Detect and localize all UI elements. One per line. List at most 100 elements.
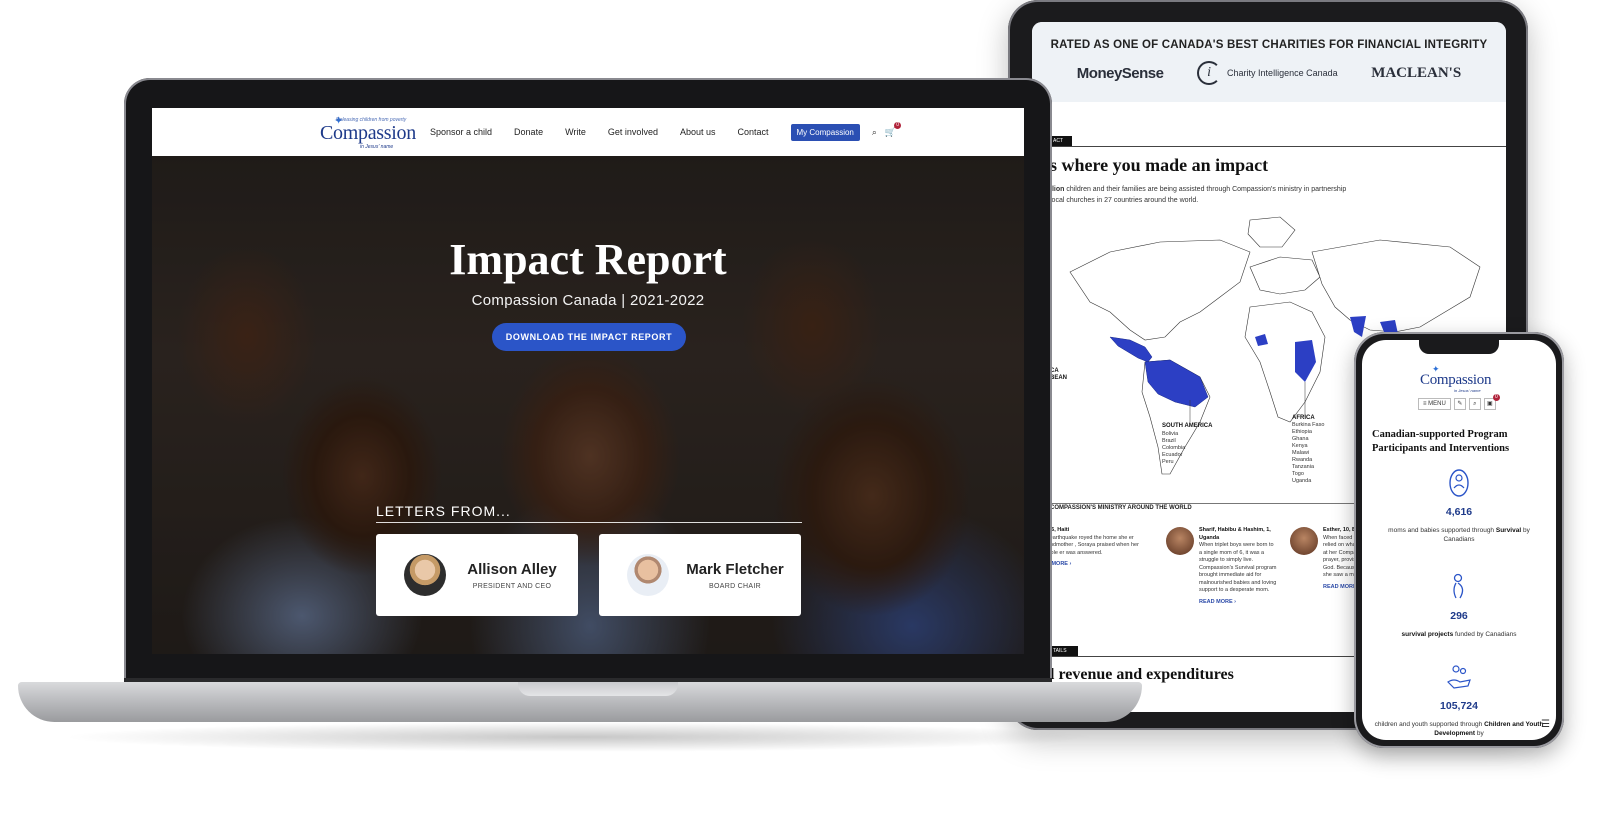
letter-card-mark-fletcher[interactable]: Mark Fletcher BOARD CHAIR xyxy=(599,534,801,616)
letter-name: Allison Alley xyxy=(467,560,557,578)
menu-button[interactable]: ≡ MENU xyxy=(1418,398,1451,410)
stat-value: 4,616 xyxy=(1445,506,1473,518)
hero-section: Impact Report Compassion Canada | 2021-2… xyxy=(152,156,1024,654)
my-compassion-button[interactable]: My Compassion xyxy=(790,123,860,141)
letters-heading: LETTERS FROM... xyxy=(376,503,511,519)
letter-role: PRESIDENT AND CEO xyxy=(472,582,552,590)
svg-text:Ecuador: Ecuador xyxy=(1162,452,1183,458)
nav-donate[interactable]: Donate xyxy=(514,127,543,137)
svg-text:Brazil: Brazil xyxy=(1162,438,1176,444)
svg-text:Rwanda: Rwanda xyxy=(1292,457,1313,463)
mobile-toolbar: ≡ MENU ✎ ⌕ ▣ 0 xyxy=(1418,394,1500,410)
brand-sub: in Jesus' name xyxy=(360,144,394,150)
intro-text: children and their families are being as… xyxy=(1050,186,1347,204)
story-photo xyxy=(1290,527,1318,555)
nav-write[interactable]: Write xyxy=(565,127,586,137)
svg-text:Ethiopia: Ethiopia xyxy=(1292,429,1313,435)
intro-bold: llion xyxy=(1050,186,1065,193)
nav-get-involved[interactable]: Get involved xyxy=(608,127,658,137)
svg-text:Uganda: Uganda xyxy=(1292,478,1312,484)
site-header: ✦ Releasing children from poverty Compas… xyxy=(152,108,1024,156)
svg-text:BEAN: BEAN xyxy=(1050,375,1067,381)
svg-text:Malawi: Malawi xyxy=(1292,450,1309,456)
search-icon[interactable]: ⌕ xyxy=(1468,398,1481,410)
details-tag: TAILS xyxy=(1050,646,1078,656)
stat-moms-babies: 4,616 moms and babies supported through … xyxy=(1362,468,1556,544)
nav-sponsor-a-child[interactable]: Sponsor a child xyxy=(430,127,492,137)
impact-heading: s where you made an impact xyxy=(1050,155,1269,175)
cart-icon[interactable]: ▣ 0 xyxy=(1483,394,1500,410)
story-name: ya, 6, Haiti xyxy=(1042,527,1070,533)
story-name: Sharif, Habibu & Hashim, 1, Uganda xyxy=(1199,527,1271,541)
brand-name: Compassion xyxy=(320,122,416,144)
cart-badge: 0 xyxy=(1492,394,1500,401)
svg-text:Burkina Faso: Burkina Faso xyxy=(1292,422,1324,428)
laptop-screen: ✦ Releasing children from poverty Compas… xyxy=(152,108,1024,654)
charity-intelligence-logo[interactable]: i Charity Intelligence Canada xyxy=(1197,61,1338,85)
avatar xyxy=(627,554,669,596)
ci-icon: i xyxy=(1197,61,1222,85)
stat-description: moms and babies supported through Surviv… xyxy=(1388,527,1530,543)
charity-intelligence-label: Charity Intelligence Canada xyxy=(1227,68,1338,78)
hero-subtitle: Compassion Canada | 2021-2022 xyxy=(471,292,705,309)
read-more-link[interactable]: READ MORE › xyxy=(1199,599,1278,607)
write-icon[interactable]: ✎ xyxy=(1453,398,1466,410)
letter-card-allison-alley[interactable]: Allison Alley PRESIDENT AND CEO xyxy=(376,534,578,616)
svg-text:Colombia: Colombia xyxy=(1162,445,1186,451)
impact-intro: llion children and their families are be… xyxy=(1050,184,1350,206)
stat-value: 296 xyxy=(1450,610,1468,622)
cart-icon[interactable]: 🛒 0 xyxy=(885,121,902,138)
nav-contact[interactable]: Contact xyxy=(737,127,768,137)
story-card: Sharif, Habibu & Hashim, 1, Uganda When … xyxy=(1166,527,1278,606)
pregnancy-icon xyxy=(1453,573,1464,599)
region-south-america: SOUTH AMERICA xyxy=(1162,423,1213,429)
download-report-button[interactable]: DOWNLOAD THE IMPACT REPORT xyxy=(492,323,686,351)
ministry-title: COMPASSION'S MINISTRY AROUND THE WORLD xyxy=(1050,505,1192,511)
stat-description: survival projects funded by Canadians xyxy=(1401,631,1517,638)
compassion-logo[interactable]: ✦ Compassion in Jesus' name xyxy=(1420,364,1510,394)
story-photo xyxy=(1166,527,1194,555)
laptop-notch xyxy=(518,682,678,696)
map-greenland xyxy=(1247,216,1296,248)
ratings-logos: MoneySense i Charity Intelligence Canada… xyxy=(1032,61,1506,85)
phone-device: ✦ Compassion in Jesus' name ≡ MENU ✎ ⌕ ▣… xyxy=(1354,332,1564,748)
search-icon[interactable]: ⌕ xyxy=(872,127,877,138)
macleans-logo[interactable]: MACLEAN'S xyxy=(1371,65,1461,82)
laptop-shadow xyxy=(60,722,1100,752)
cart-badge: 0 xyxy=(894,121,902,129)
programs-heading: Canadian-supported Program Participants … xyxy=(1372,429,1510,454)
nav-about-us[interactable]: About us xyxy=(680,127,716,137)
hero-photo-overlay xyxy=(152,156,1024,654)
svg-text:Peru: Peru xyxy=(1162,459,1174,465)
compassion-logo[interactable]: ✦ Releasing children from poverty Compas… xyxy=(320,112,420,152)
stat-children-youth: 105,724 children and youth supported thr… xyxy=(1362,662,1556,738)
stat-survival-projects: 296 survival projects funded by Canadian… xyxy=(1362,572,1556,639)
ratings-title: RATED AS ONE OF CANADA'S BEST CHARITIES … xyxy=(1050,39,1488,51)
story-text: When triplet boys were born to a single … xyxy=(1199,542,1277,593)
story-card: ya, 6, Haiti an earthquake royed the hom… xyxy=(1042,527,1154,606)
ratings-band: RATED AS ONE OF CANADA'S BEST CHARITIES … xyxy=(1032,22,1506,102)
phone-notch xyxy=(1419,340,1499,354)
map-europe xyxy=(1249,256,1321,295)
svg-text:Bolivia: Bolivia xyxy=(1162,431,1179,437)
phone-screen: ✦ Compassion in Jesus' name ≡ MENU ✎ ⌕ ▣… xyxy=(1362,340,1556,740)
stat-description: children and youth supported through Chi… xyxy=(1374,721,1544,737)
main-nav: Sponsor a child Donate Write Get involve… xyxy=(430,108,902,156)
moneysense-logo[interactable]: MoneySense xyxy=(1077,65,1164,82)
map-asia xyxy=(1311,239,1481,333)
letters-divider xyxy=(376,522,802,523)
svg-text:Tanzania: Tanzania xyxy=(1292,464,1315,470)
brand-sub: in Jesus' name xyxy=(1454,388,1481,393)
svg-text:Ghana: Ghana xyxy=(1292,436,1309,442)
list-icon[interactable]: ☰ xyxy=(1541,719,1550,730)
map-india-highlight xyxy=(1350,316,1366,337)
brand-name: Compassion xyxy=(1420,372,1492,388)
letter-name: Mark Fletcher xyxy=(686,560,784,578)
story-text: an earthquake royed the home she er gran… xyxy=(1042,534,1139,556)
letter-role: BOARD CHAIR xyxy=(709,582,761,590)
svg-text:Togo: Togo xyxy=(1292,471,1304,477)
avatar xyxy=(404,554,446,596)
caring-hands-icon xyxy=(1447,665,1471,689)
read-more-link[interactable]: AD MORE › xyxy=(1042,561,1154,569)
section-divider xyxy=(1050,146,1506,147)
